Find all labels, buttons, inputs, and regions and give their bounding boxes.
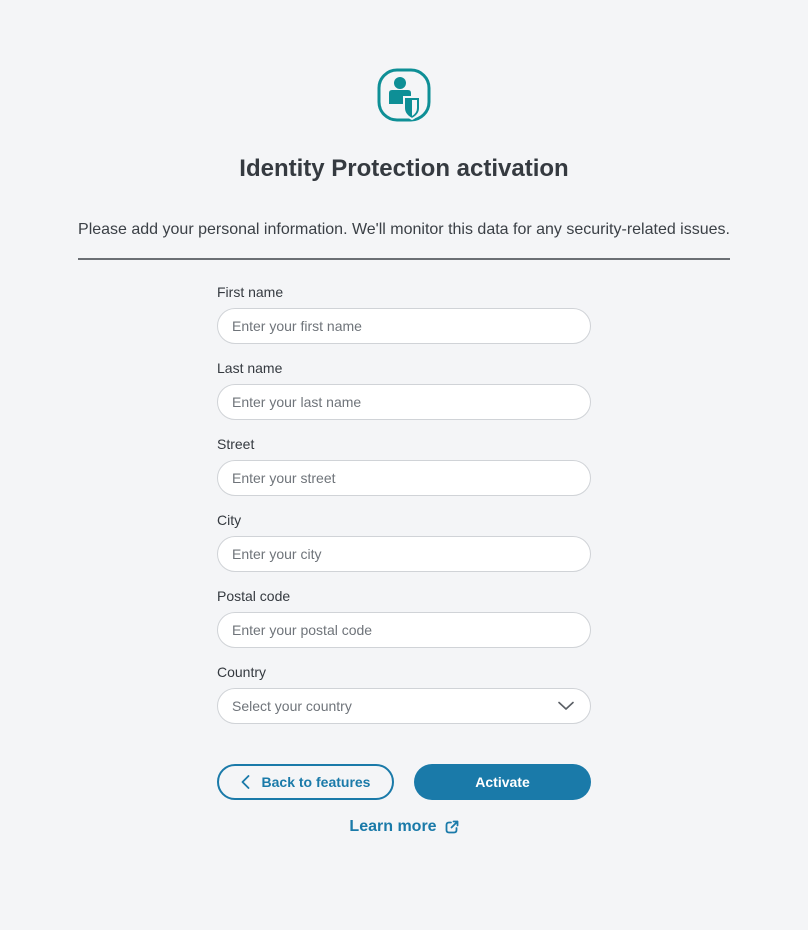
city-label: City bbox=[217, 512, 242, 528]
learn-more-link[interactable]: Learn more bbox=[0, 818, 808, 836]
postal-code-input[interactable] bbox=[217, 612, 591, 648]
last-name-field: Last name bbox=[217, 360, 591, 420]
activate-label: Activate bbox=[475, 774, 530, 790]
city-field: City bbox=[217, 512, 591, 572]
city-input[interactable] bbox=[217, 536, 591, 572]
back-to-features-label: Back to features bbox=[261, 774, 371, 790]
postal-code-field: Postal code bbox=[217, 588, 591, 648]
country-select[interactable]: Select your country bbox=[217, 688, 591, 724]
street-field: Street bbox=[217, 436, 591, 496]
country-select-placeholder: Select your country bbox=[232, 698, 352, 714]
country-field: Country Select your country bbox=[217, 664, 591, 724]
last-name-label: Last name bbox=[217, 360, 283, 376]
back-to-features-button[interactable]: Back to features bbox=[217, 764, 394, 800]
activate-button[interactable]: Activate bbox=[414, 764, 591, 800]
first-name-field: First name bbox=[217, 284, 591, 344]
street-label: Street bbox=[217, 436, 255, 452]
page-title: Identity Protection activation bbox=[239, 155, 569, 182]
action-buttons: Back to features Activate bbox=[217, 764, 591, 800]
chevron-down-icon bbox=[558, 701, 574, 710]
country-label: Country bbox=[217, 664, 267, 680]
external-link-icon bbox=[445, 820, 458, 834]
identity-shield-icon bbox=[376, 68, 432, 124]
postal-code-label: Postal code bbox=[217, 588, 291, 604]
chevron-left-icon bbox=[241, 775, 249, 789]
personal-info-form: First name Last name Street City Postal … bbox=[217, 284, 591, 740]
street-input[interactable] bbox=[217, 460, 591, 496]
learn-more-label: Learn more bbox=[349, 818, 437, 835]
first-name-label: First name bbox=[217, 284, 284, 300]
divider bbox=[78, 258, 730, 260]
last-name-input[interactable] bbox=[217, 384, 591, 420]
page-subtitle: Please add your personal information. We… bbox=[78, 221, 730, 238]
first-name-input[interactable] bbox=[217, 308, 591, 344]
